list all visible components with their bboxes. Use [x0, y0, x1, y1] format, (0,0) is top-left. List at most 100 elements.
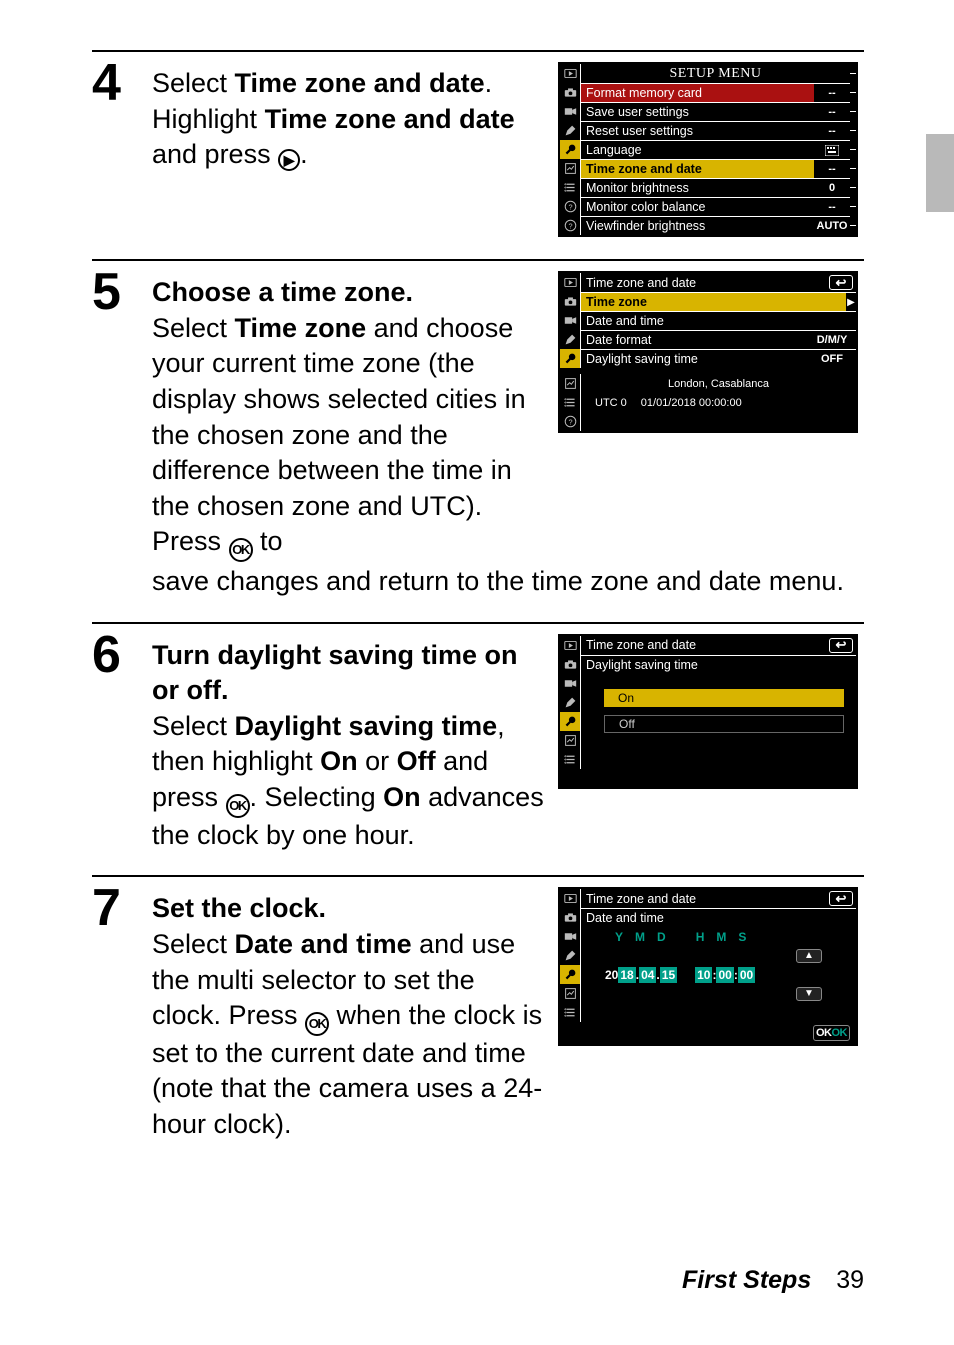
step-4-text: Highlight Time zone and date and press ▶…: [152, 102, 544, 173]
lcd-daylight-saving: Time zone and date ↩ Daylight saving tim…: [558, 634, 858, 789]
s5-b: Time zone: [235, 313, 367, 343]
step-7-title: Set the clock.: [152, 891, 544, 927]
menu-item-time-zone-and-date[interactable]: Time zone and date: [580, 159, 814, 178]
tz-item-date-and-time[interactable]: Date and time: [580, 311, 856, 330]
step-4-title-post: .: [485, 68, 493, 98]
back-icon[interactable]: ↩: [829, 638, 853, 653]
dt-up-row: ▲: [580, 946, 856, 965]
sidebar-retouch-icon[interactable]: [560, 731, 580, 750]
menu-scrollbar[interactable]: [850, 187, 856, 188]
menu-scrollbar[interactable]: [850, 206, 856, 207]
sidebar-camera-icon[interactable]: [560, 292, 580, 311]
sidebar-movie-icon[interactable]: [560, 674, 580, 693]
sidebar-movie-icon[interactable]: [560, 311, 580, 330]
sidebar-pencil-icon[interactable]: [560, 693, 580, 712]
sidebar-play-icon[interactable]: [560, 636, 580, 655]
step-5-title: Choose a time zone.: [152, 275, 544, 311]
sidebar-list-icon[interactable]: [560, 393, 580, 412]
menu-scrollbar[interactable]: [850, 73, 856, 74]
dt-hdr-s5: S: [738, 930, 746, 944]
back-icon[interactable]: ↩: [829, 891, 853, 906]
menu-item-value: --: [814, 159, 850, 178]
menu-item-save-user-settings[interactable]: Save user settings: [580, 102, 814, 121]
sidebar-help-icon[interactable]: ?: [560, 412, 580, 431]
menu-scrollbar[interactable]: [850, 111, 856, 112]
dst-option-on[interactable]: On: [604, 689, 844, 707]
sidebar-play-icon[interactable]: [560, 273, 580, 292]
sidebar-camera-icon[interactable]: [560, 908, 580, 927]
menu-scrollbar[interactable]: [850, 92, 856, 93]
dt-min[interactable]: 00: [716, 967, 733, 983]
sidebar-help-icon[interactable]: ?: [560, 197, 580, 216]
sidebar-wrench-icon[interactable]: [560, 349, 580, 368]
sidebar-movie-icon[interactable]: [560, 102, 580, 121]
menu-item-monitor-color-balance[interactable]: Monitor color balance: [580, 197, 814, 216]
sidebar-retouch-icon[interactable]: [560, 984, 580, 1003]
dt-ok-button[interactable]: OKOK: [813, 1025, 850, 1041]
footer-section: First Steps: [682, 1266, 811, 1294]
menu-item-monitor-brightness[interactable]: Monitor brightness: [580, 178, 814, 197]
multi-selector-right-icon: ▶: [278, 149, 300, 171]
sidebar-play-icon[interactable]: [560, 889, 580, 908]
menu-item-language[interactable]: Language: [580, 140, 814, 159]
step-7: 7 Set the clock. Select Date and time an…: [92, 875, 864, 1142]
svg-text:?: ?: [568, 221, 572, 230]
sidebar-list-icon[interactable]: [560, 750, 580, 769]
lcd-dst-title: Time zone and date: [580, 636, 829, 655]
sidebar-play-icon[interactable]: [560, 64, 580, 83]
dt-up-arrow-icon[interactable]: ▲: [796, 949, 822, 963]
sidebar-wrench-icon[interactable]: [560, 965, 580, 984]
dt-year[interactable]: 18: [618, 967, 635, 983]
dt-ok2: OK: [832, 1027, 848, 1039]
tz-item-time-zone[interactable]: Time zone: [580, 292, 846, 311]
step-5-continuation: save changes and return to the time zone…: [152, 564, 864, 600]
menu-scrollbar[interactable]: [850, 130, 856, 131]
menu-item-viewfinder-brightness[interactable]: Viewfinder brightness: [580, 216, 814, 235]
menu-item-format-memory-card[interactable]: Format memory card: [580, 83, 814, 102]
sidebar-camera-icon[interactable]: [560, 83, 580, 102]
step-6-number: 6: [92, 632, 138, 679]
sidebar-help-icon[interactable]: ?: [560, 216, 580, 235]
page-footer: First Steps 39: [682, 1266, 864, 1295]
sidebar-wrench-icon[interactable]: [560, 712, 580, 731]
step-4-number: 4: [92, 60, 138, 107]
dst-option-off[interactable]: Off: [604, 715, 844, 733]
dt-hour[interactable]: 10: [695, 967, 712, 983]
sidebar-pencil-icon[interactable]: [560, 946, 580, 965]
step-5-title-text: Choose a time zone.: [152, 277, 413, 307]
menu-scrollbar[interactable]: [850, 149, 856, 150]
sidebar-pencil-icon[interactable]: [560, 330, 580, 349]
back-icon[interactable]: ↩: [829, 275, 853, 290]
sidebar-camera-icon[interactable]: [560, 655, 580, 674]
tz-item-value: OFF: [808, 349, 856, 368]
dt-ok-row: OKOK: [560, 1022, 856, 1044]
s7-a: Select: [152, 929, 235, 959]
menu-item-value: 0: [814, 178, 850, 197]
tz-item-daylight-saving-time[interactable]: Daylight saving time: [580, 349, 808, 368]
s5-d: to: [253, 526, 283, 556]
menu-item-value: --: [814, 83, 850, 102]
sidebar-pencil-icon[interactable]: [560, 121, 580, 140]
menu-scrollbar[interactable]: [850, 225, 856, 226]
sidebar-list-icon[interactable]: [560, 1003, 580, 1022]
ok-button-icon: OK: [305, 1012, 329, 1036]
sidebar-retouch-icon[interactable]: [560, 159, 580, 178]
sidebar-retouch-icon[interactable]: [560, 374, 580, 393]
tz-item-date-format[interactable]: Date format: [580, 330, 808, 349]
step-7-body: Set the clock. Select Date and time and …: [152, 885, 544, 1142]
sidebar-wrench-icon[interactable]: [560, 140, 580, 159]
step-7-number: 7: [92, 885, 138, 932]
step-7-title-text: Set the clock.: [152, 893, 326, 923]
dt-down-arrow-icon[interactable]: ▼: [796, 987, 822, 1001]
dt-sec[interactable]: 00: [738, 967, 755, 983]
sidebar-list-icon[interactable]: [560, 178, 580, 197]
svg-text:?: ?: [568, 202, 572, 211]
menu-item-reset-user-settings[interactable]: Reset user settings: [580, 121, 814, 140]
menu-scrollbar[interactable]: [850, 168, 856, 169]
dt-month[interactable]: 04: [639, 967, 656, 983]
step-4-lcd-wrap: SETUP MENU Format memory card -- Save us…: [558, 60, 864, 237]
dt-hdr-m4: M: [716, 930, 726, 944]
dt-hdr-h3: H: [696, 930, 705, 944]
sidebar-movie-icon[interactable]: [560, 927, 580, 946]
dt-day[interactable]: 15: [660, 967, 677, 983]
